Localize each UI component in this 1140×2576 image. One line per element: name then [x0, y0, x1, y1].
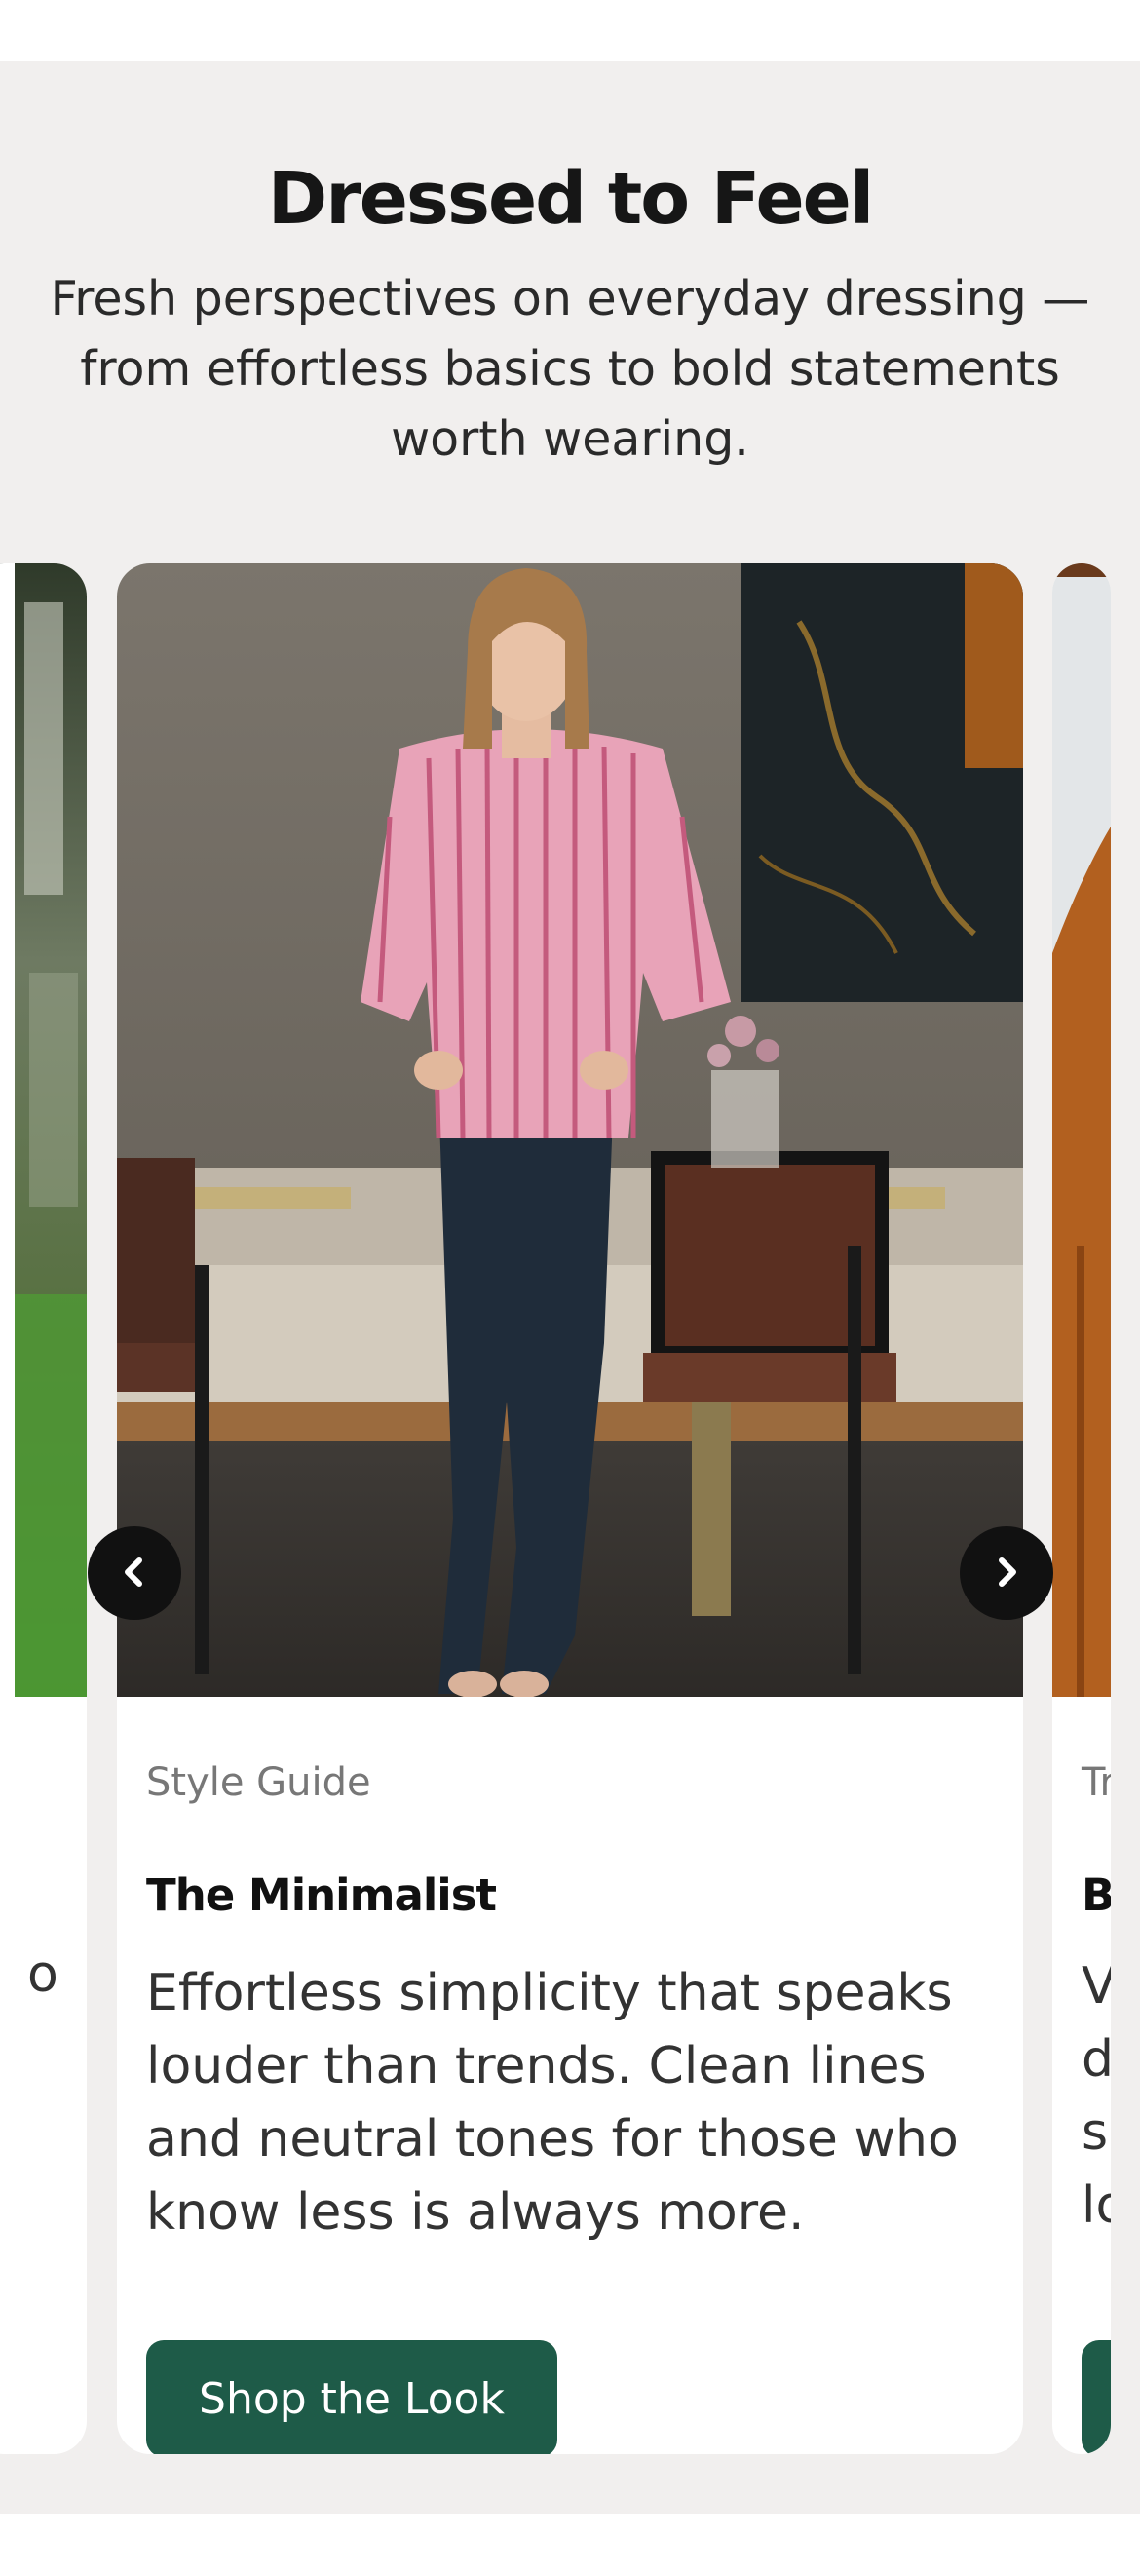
next-card-description-fragment: V [1082, 1957, 1111, 2016]
card-category: Style Guide [146, 1760, 371, 1805]
card-image-garden [0, 563, 87, 1697]
carousel-next-button[interactable] [960, 1526, 1053, 1620]
carousel-card-the-minimalist[interactable]: Style Guide The Minimalist Effortless si… [117, 563, 1023, 2454]
next-card-category-fragment: Tr [1082, 1760, 1111, 1805]
card-image-orange-outfit [1052, 563, 1111, 1697]
next-card-description-fragment: lo [1082, 2176, 1111, 2235]
section-subtitle: Fresh perspectives on everyday dressing … [50, 271, 1090, 467]
section-title: Dressed to Feel [267, 157, 874, 241]
carousel-prev-button[interactable] [88, 1526, 181, 1620]
previous-card-text-fragment: o [27, 1945, 58, 2004]
next-card-title-fragment: B [1082, 1869, 1111, 1921]
next-card-description-fragment: d [1082, 2030, 1111, 2089]
carousel-card-next[interactable]: Tr B V d s lo [1052, 563, 1111, 2454]
dressed-section: Dressed to Feel Fresh perspectives on ev… [0, 61, 1140, 2514]
next-card-description-fragment: s [1082, 2103, 1109, 2162]
card-image-minimalist [117, 563, 1023, 1697]
chevron-right-icon [987, 1553, 1026, 1595]
carousel-card-previous[interactable]: o [0, 563, 87, 2454]
shop-the-look-button[interactable]: Shop the Look [146, 2340, 557, 2454]
card-title: The Minimalist [146, 1869, 497, 1921]
chevron-left-icon [115, 1553, 154, 1595]
next-card-button[interactable] [1082, 2340, 1111, 2454]
card-description: Effortless simplicity that speaks louder… [146, 1964, 959, 2242]
